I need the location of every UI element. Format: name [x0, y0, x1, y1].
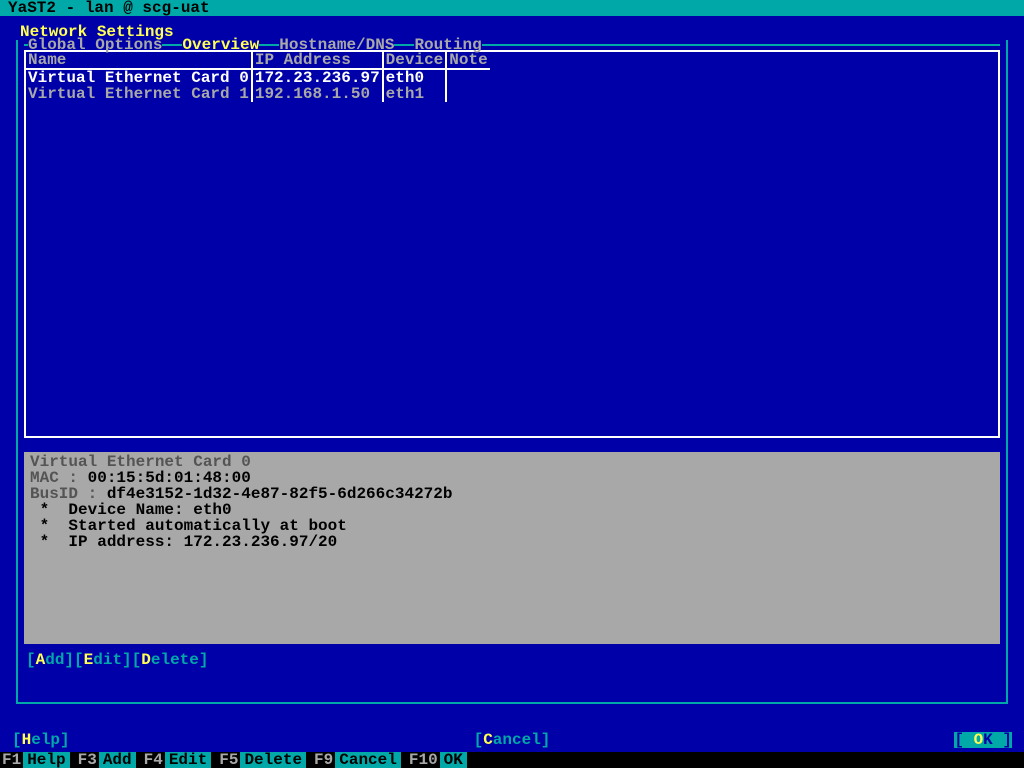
col-name: Name [26, 52, 252, 69]
fkey: F4 [142, 752, 165, 768]
cell-device: eth0 [383, 69, 447, 86]
detail-bullet: * Device Name: eth0 [30, 502, 994, 518]
fkey-ok[interactable]: OK [440, 752, 467, 768]
delete-button[interactable]: Delete [141, 651, 199, 669]
window-title: YaST2 - lan @ scg-uat [0, 0, 1024, 16]
table-row[interactable]: Virtual Ethernet Card 0 172.23.236.97 et… [26, 69, 490, 86]
fkey: F9 [312, 752, 335, 768]
table-row[interactable]: Virtual Ethernet Card 1 192.168.1.50 eth… [26, 86, 490, 102]
tab-hostname-dns[interactable]: Hostname/DNS [279, 37, 394, 53]
fkey: F5 [217, 752, 240, 768]
action-row: [Add][Edit][Delete] [24, 652, 1000, 668]
tab-panel: Global Options Overview Hostname/DNS Rou… [16, 40, 1008, 704]
device-table: Name IP Address Device Note Virtual Ethe… [26, 52, 490, 102]
device-list[interactable]: Name IP Address Device Note Virtual Ethe… [24, 50, 1000, 438]
table-header-row: Name IP Address Device Note [26, 52, 490, 69]
page-title: Network Settings [16, 24, 1008, 40]
fkey-edit[interactable]: Edit [165, 752, 211, 768]
cell-note [446, 86, 489, 102]
col-device: Device [383, 52, 447, 69]
fkey: F1 [0, 752, 23, 768]
fkey-add[interactable]: Add [99, 752, 136, 768]
fkey-delete[interactable]: Delete [240, 752, 306, 768]
fkey-cancel[interactable]: Cancel [335, 752, 401, 768]
function-key-bar: F1Help F3Add F4Edit F5Delete F9Cancel F1… [0, 752, 1024, 768]
content-area: Network Settings Global Options Overview… [0, 16, 1024, 752]
tab-global-options[interactable]: Global Options [28, 37, 162, 53]
cell-device: eth1 [383, 86, 447, 102]
edit-button[interactable]: dit [93, 651, 122, 669]
cell-name: Virtual Ethernet Card 0 [26, 69, 252, 86]
cell-ip: 192.168.1.50 [252, 86, 383, 102]
cell-name: Virtual Ethernet Card 1 [26, 86, 252, 102]
col-ip: IP Address [252, 52, 383, 69]
ok-button[interactable]: [ OK ] [954, 732, 1012, 748]
cell-ip: 172.23.236.97 [252, 69, 383, 86]
device-detail: Virtual Ethernet Card 0 MAC : 00:15:5d:0… [24, 452, 1000, 644]
footer-row: [Help] [Cancel] [ OK ] [12, 732, 1012, 748]
tab-overview[interactable]: Overview [182, 37, 259, 53]
cell-note [446, 69, 489, 86]
help-button[interactable]: [Help] [12, 732, 70, 748]
col-note: Note [446, 52, 489, 69]
fkey: F3 [76, 752, 99, 768]
tab-routing[interactable]: Routing [414, 37, 481, 53]
fkey-help[interactable]: Help [23, 752, 69, 768]
fkey: F10 [407, 752, 440, 768]
add-button[interactable]: dd [45, 651, 64, 669]
detail-bullet: * Started automatically at boot [30, 518, 994, 534]
detail-bullet: * IP address: 172.23.236.97/20 [30, 534, 994, 550]
cancel-button[interactable]: [Cancel] [474, 732, 551, 748]
